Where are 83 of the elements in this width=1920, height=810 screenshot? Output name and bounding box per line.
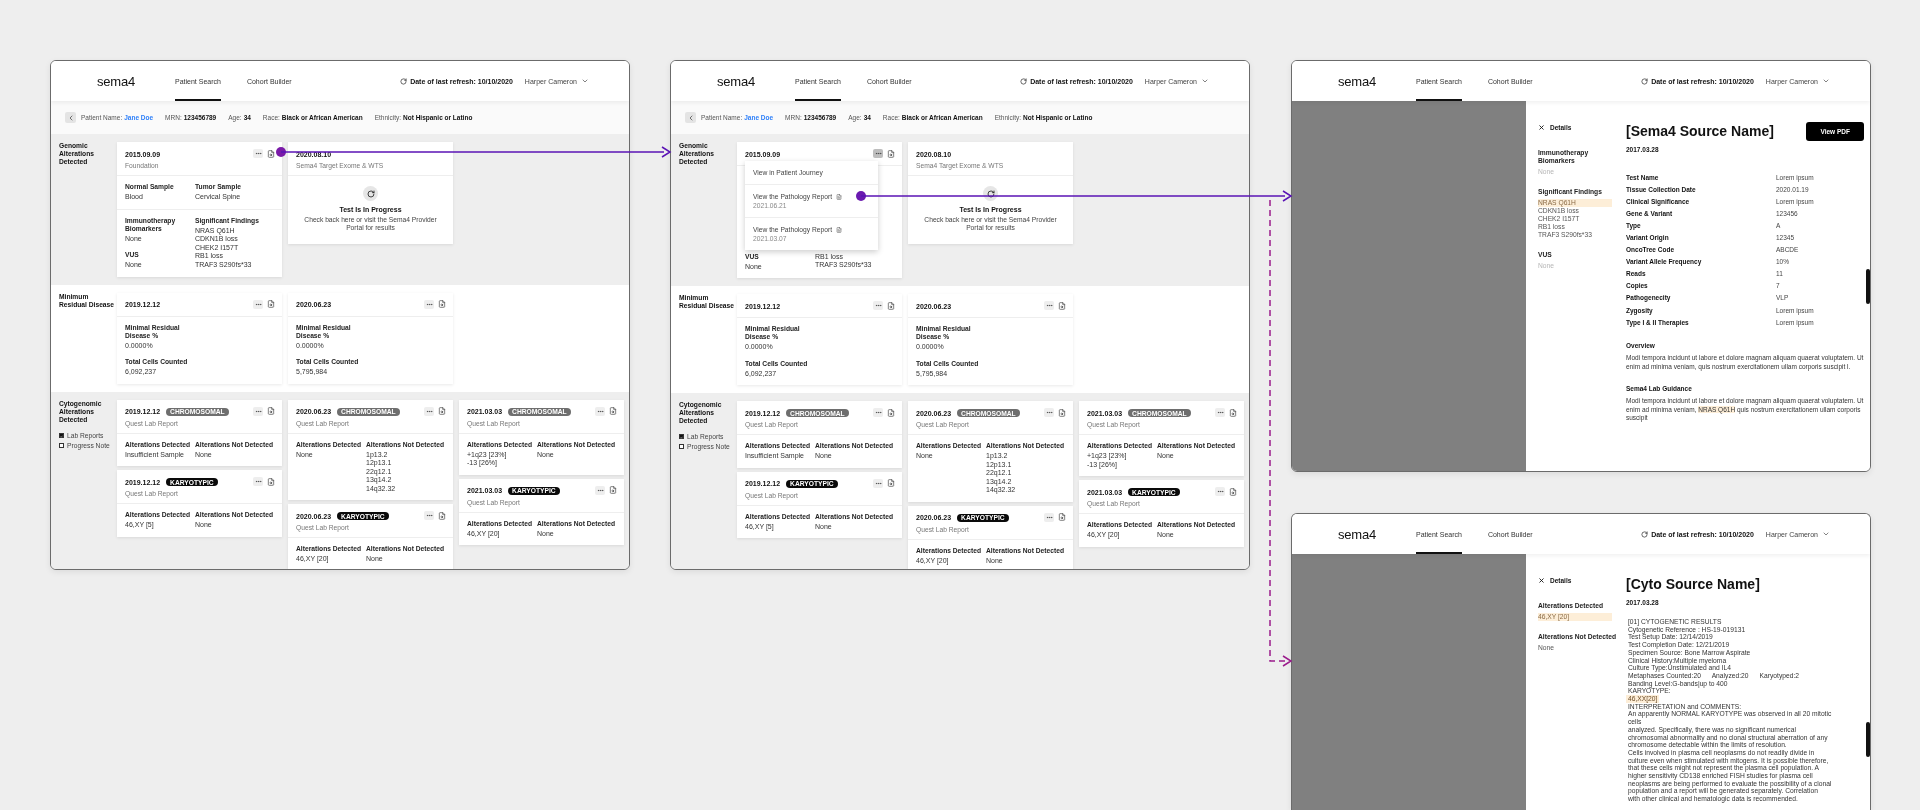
- refresh-icon: [1641, 530, 1649, 538]
- logo: sema4: [1338, 526, 1378, 542]
- document-search-icon: [1058, 408, 1066, 417]
- document-search-button[interactable]: [266, 477, 276, 486]
- scrollbar[interactable]: [1866, 722, 1870, 757]
- document-search-button[interactable]: [1057, 301, 1067, 310]
- document-icon: [836, 226, 843, 233]
- more-button[interactable]: [873, 149, 883, 158]
- close-icon: [1538, 124, 1545, 131]
- document-search-button[interactable]: [1228, 408, 1238, 417]
- scrollbar[interactable]: [1866, 269, 1870, 304]
- document-search-button[interactable]: [1228, 487, 1238, 496]
- checkbox[interactable]: [59, 432, 64, 438]
- logo: sema4: [717, 73, 757, 89]
- document-search-button[interactable]: [437, 511, 447, 520]
- document-search-icon: [609, 486, 617, 494]
- document-search-button[interactable]: [266, 149, 276, 158]
- document-search-icon: [887, 301, 895, 310]
- more-button[interactable]: [424, 299, 434, 309]
- document-search-icon: [438, 511, 446, 520]
- document-search-button[interactable]: [266, 406, 276, 416]
- checkbox[interactable]: [679, 444, 684, 449]
- document-search-button[interactable]: [886, 149, 896, 158]
- more-button[interactable]: [873, 301, 883, 310]
- document-search-button[interactable]: [437, 406, 447, 416]
- document-search-button[interactable]: [1057, 512, 1067, 522]
- document-search-button[interactable]: [266, 299, 276, 309]
- report-title: [Cyto Source Name]: [1626, 576, 1760, 592]
- checkbox[interactable]: [679, 434, 684, 439]
- document-search-icon: [267, 407, 275, 415]
- more-button[interactable]: [1044, 408, 1054, 417]
- refresh-icon: [1641, 77, 1649, 85]
- close-button[interactable]: [1538, 577, 1545, 584]
- back-button[interactable]: [65, 112, 76, 123]
- document-search-button[interactable]: [608, 485, 618, 495]
- more-button[interactable]: [253, 406, 263, 416]
- document-search-icon: [609, 407, 617, 415]
- logo: sema4: [1338, 73, 1378, 89]
- more-button[interactable]: [1044, 301, 1054, 310]
- document-search-icon: [887, 479, 895, 487]
- refresh-icon: [363, 186, 378, 201]
- document-search-icon: [1229, 487, 1237, 496]
- document-search-button[interactable]: [886, 301, 896, 310]
- more-button[interactable]: [873, 408, 883, 417]
- refresh-icon: [1020, 77, 1028, 85]
- document-search-button[interactable]: [1057, 408, 1067, 417]
- close-button[interactable]: [1538, 124, 1545, 131]
- document-search-icon: [887, 408, 895, 417]
- refresh-icon: [400, 77, 408, 85]
- chevron-down-icon: [1822, 77, 1830, 85]
- more-button[interactable]: [253, 477, 263, 486]
- document-search-icon: [438, 300, 446, 308]
- chevron-down-icon: [1822, 530, 1830, 538]
- more-button[interactable]: [1044, 512, 1054, 522]
- more-button[interactable]: [1215, 408, 1225, 417]
- more-button[interactable]: [424, 511, 434, 520]
- more-button[interactable]: [424, 406, 434, 416]
- document-search-button[interactable]: [608, 406, 618, 416]
- document-search-button[interactable]: [437, 299, 447, 309]
- more-button[interactable]: [595, 485, 605, 495]
- more-button[interactable]: [1215, 487, 1225, 496]
- more-button[interactable]: [253, 299, 263, 309]
- close-icon: [1538, 577, 1545, 584]
- document-search-button[interactable]: [886, 408, 896, 417]
- document-search-icon: [1058, 513, 1066, 521]
- document-search-button[interactable]: [886, 478, 896, 488]
- checkbox[interactable]: [59, 442, 64, 448]
- chevron-down-icon: [1201, 77, 1209, 85]
- document-search-icon: [1229, 408, 1237, 417]
- chevron-down-icon: [581, 77, 589, 85]
- report-title: [Sema4 Source Name]: [1626, 123, 1774, 139]
- more-button[interactable]: [595, 406, 605, 416]
- more-button[interactable]: [873, 478, 883, 488]
- back-button[interactable]: [685, 112, 696, 123]
- logo: sema4: [97, 73, 137, 89]
- document-search-icon: [438, 407, 446, 415]
- document-search-icon: [267, 477, 275, 486]
- document-search-icon: [887, 149, 895, 158]
- more-button[interactable]: [253, 149, 263, 158]
- document-icon: [836, 193, 843, 200]
- document-search-icon: [267, 300, 275, 308]
- document-search-icon: [267, 149, 275, 158]
- document-search-icon: [1058, 301, 1066, 310]
